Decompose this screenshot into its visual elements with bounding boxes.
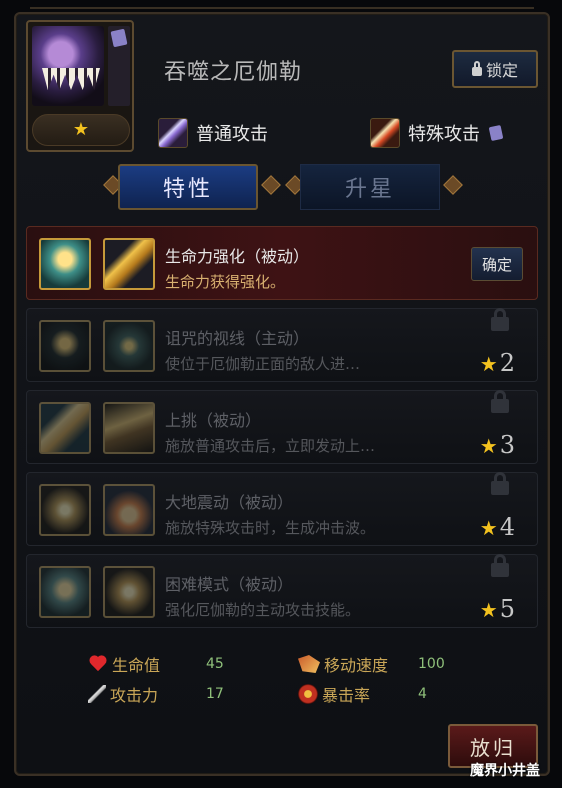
skill-row[interactable]: 诅咒的视线（主动） 使位于厄伽勒正面的敌人进… ★ 2: [26, 308, 538, 382]
card-icon: [110, 28, 128, 48]
skill-row[interactable]: 生命力强化（被动） 生命力获得强化。 确定: [26, 226, 538, 300]
skill-level-icon: [39, 320, 91, 372]
character-portrait[interactable]: ★: [26, 20, 134, 152]
skill-row[interactable]: 上挑（被动） 施放普通攻击后，立即发动上… ★ 3: [26, 390, 538, 464]
normal-attack-icon: [158, 118, 188, 148]
padlock-icon: [491, 554, 509, 577]
special-attack[interactable]: 特殊攻击: [370, 118, 504, 148]
sword-icon: [88, 685, 106, 703]
skill-icon: [103, 402, 155, 454]
monster-image: [32, 26, 104, 106]
stat-label: 生命值: [112, 656, 161, 675]
lock-label: 锁定: [485, 61, 518, 80]
portrait-star-rating: ★: [32, 114, 130, 146]
tab-traits[interactable]: 特性: [118, 164, 258, 210]
normal-attack[interactable]: 普通攻击: [158, 118, 268, 148]
star-icon: ★: [479, 516, 498, 540]
boot-icon: [298, 655, 320, 673]
stat-attack: 攻击力 17: [88, 682, 238, 706]
stat-label: 移动速度: [324, 656, 389, 675]
tab-ornament: [443, 175, 463, 195]
confirm-button[interactable]: 确定: [471, 247, 523, 281]
skill-list: 生命力强化（被动） 生命力获得强化。 确定 诅咒的视线（主动） 使位于厄伽勒正面…: [26, 226, 538, 636]
skill-level-icon: [39, 484, 91, 536]
star-requirement: ★ 4: [480, 513, 515, 541]
skill-icon: [103, 484, 155, 536]
required-stars: 4: [499, 513, 515, 541]
stat-label: 攻击力: [110, 686, 159, 705]
star-icon: ★: [479, 352, 498, 376]
card-icon: [488, 124, 504, 142]
skill-icon: [103, 320, 155, 372]
tab-ornament: [261, 175, 281, 195]
stats-panel: 生命值 45 攻击力 17 移动速度 100 暴击率 4: [88, 650, 488, 706]
stat-value: 100: [418, 656, 445, 672]
skill-title: 大地震动（被动）: [165, 493, 294, 512]
watermark: 魔界小井盖: [470, 763, 540, 779]
star-icon: ★: [479, 598, 498, 622]
normal-attack-label: 普通攻击: [196, 124, 268, 145]
tab-star-up[interactable]: 升星: [300, 164, 440, 210]
required-stars: 5: [499, 595, 515, 623]
tab-bar: 特性 升星: [100, 160, 463, 214]
skill-description: 施放普通攻击后，立即发动上…: [165, 437, 376, 455]
stat-speed: 移动速度 100: [298, 652, 488, 676]
skill-level-icon: [39, 402, 91, 454]
stat-crit: 暴击率 4: [298, 682, 488, 706]
skill-description: 强化厄伽勒的主动攻击技能。: [165, 601, 361, 619]
lock-icon: [471, 60, 482, 76]
skill-description: 施放特殊攻击时，生成冲击波。: [165, 519, 376, 537]
star-requirement: ★ 2: [480, 349, 515, 377]
star-icon: ★: [72, 119, 90, 140]
stat-value: 45: [206, 656, 224, 672]
skill-description: 使位于厄伽勒正面的敌人进…: [165, 355, 361, 373]
skill-row[interactable]: 困难模式（被动） 强化厄伽勒的主动攻击技能。 ★ 5: [26, 554, 538, 628]
skill-title: 生命力强化（被动）: [165, 247, 310, 266]
skill-icon: [103, 238, 155, 290]
skill-title: 诅咒的视线（主动）: [165, 329, 310, 348]
heart-icon: [88, 656, 108, 672]
skill-title: 困难模式（被动）: [165, 575, 294, 594]
required-stars: 3: [499, 431, 515, 459]
skill-level-icon: [39, 238, 91, 290]
padlock-icon: [491, 390, 509, 413]
stat-value: 17: [206, 686, 224, 702]
special-attack-label: 特殊攻击: [408, 124, 480, 145]
character-name: 吞噬之厄伽勒: [164, 60, 303, 85]
skill-level-icon: [39, 566, 91, 618]
skill-row[interactable]: 大地震动（被动） 施放特殊攻击时，生成冲击波。 ★ 4: [26, 472, 538, 546]
star-icon: ★: [479, 434, 498, 458]
skill-description: 生命力获得强化。: [165, 273, 286, 291]
skill-title: 上挑（被动）: [165, 411, 262, 430]
lock-button[interactable]: 锁定: [452, 50, 538, 88]
required-stars: 2: [499, 349, 515, 377]
padlock-icon: [491, 308, 509, 331]
stat-value: 4: [418, 686, 427, 702]
star-requirement: ★ 3: [480, 431, 515, 459]
stat-hp: 生命值 45: [88, 652, 238, 676]
special-attack-icon: [370, 118, 400, 148]
padlock-icon: [491, 472, 509, 495]
crit-icon: [298, 684, 318, 704]
stat-label: 暴击率: [322, 686, 371, 705]
star-requirement: ★ 5: [480, 595, 515, 623]
card-slot: [108, 26, 130, 106]
skill-icon: [103, 566, 155, 618]
